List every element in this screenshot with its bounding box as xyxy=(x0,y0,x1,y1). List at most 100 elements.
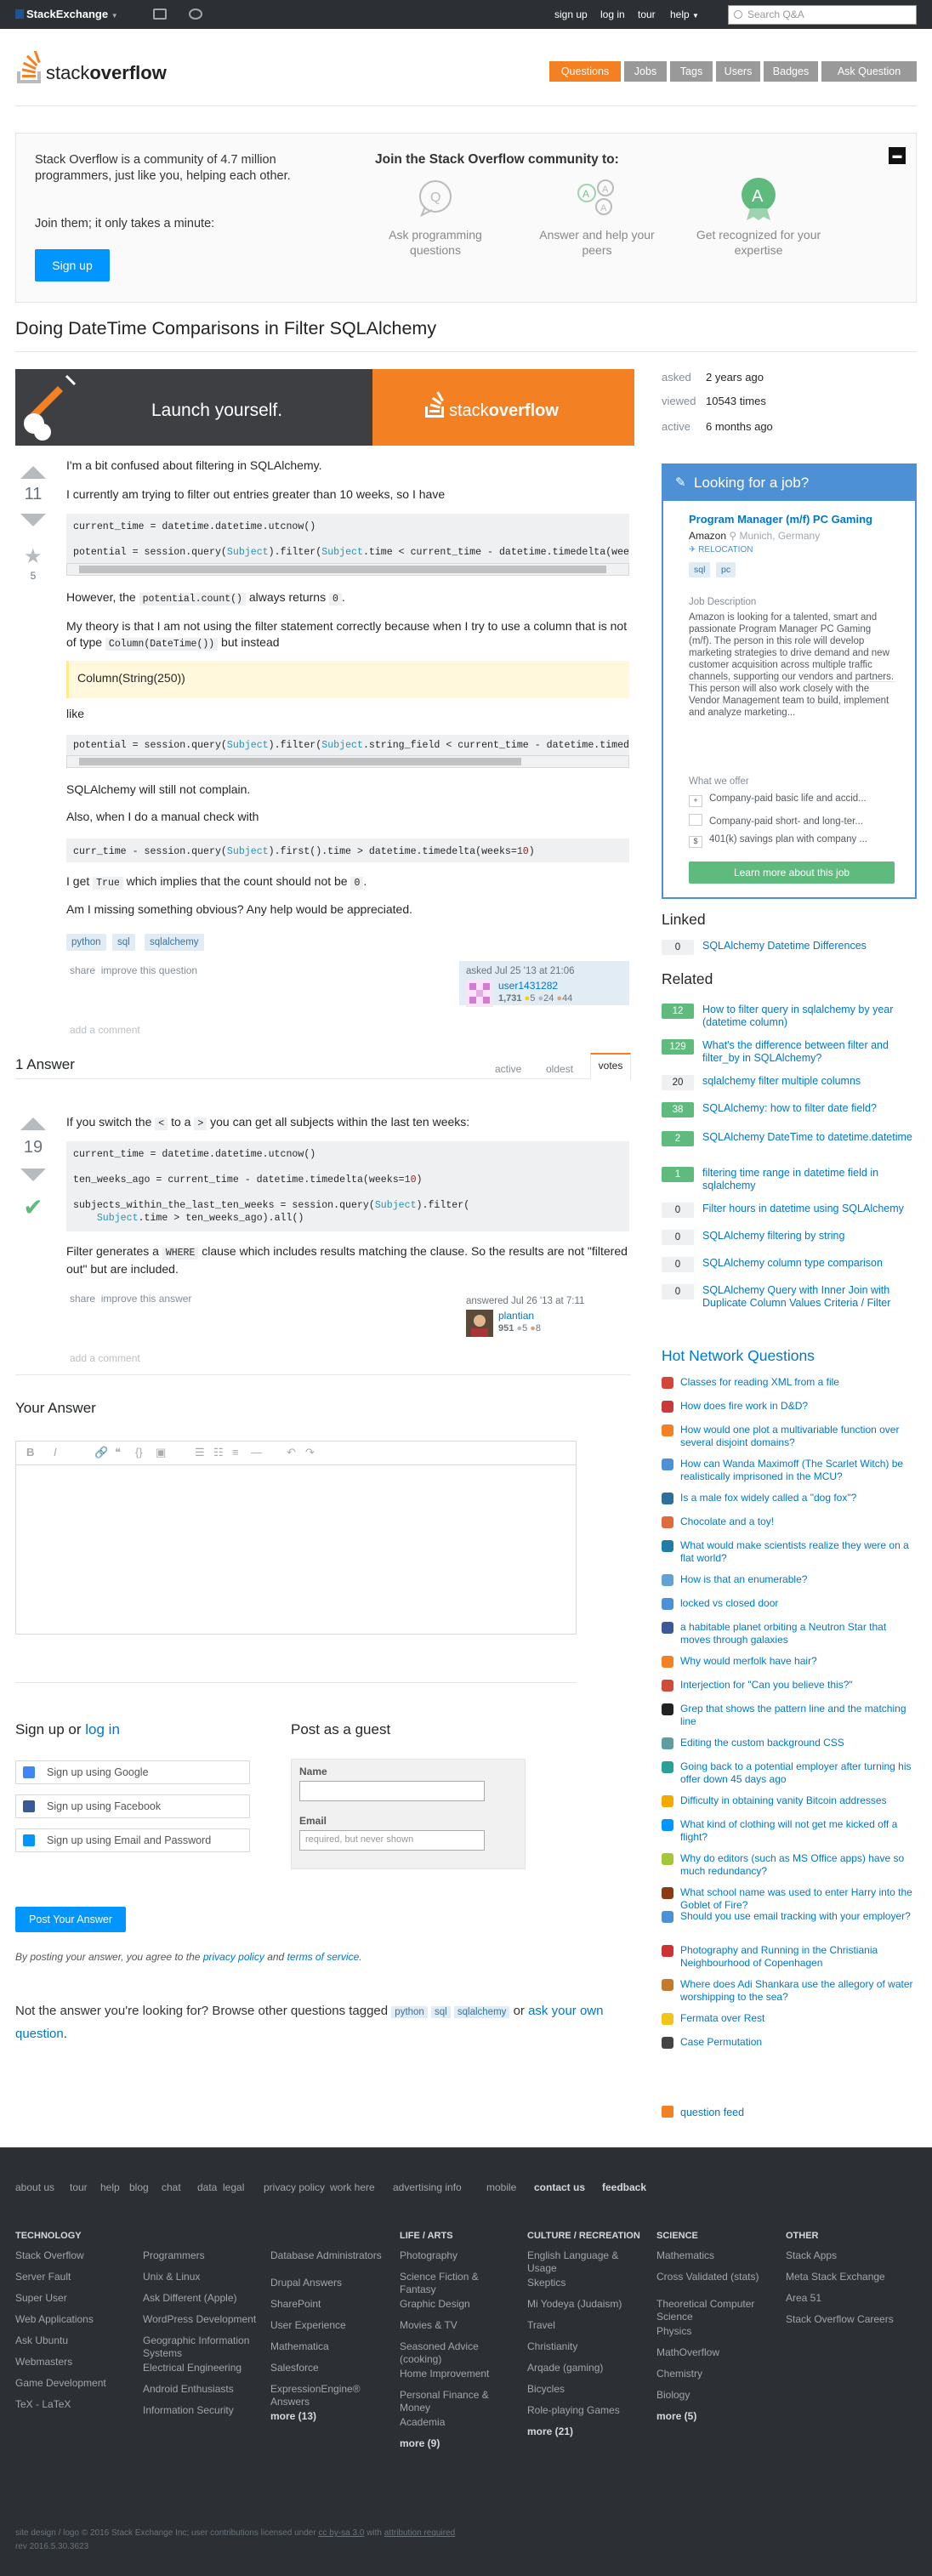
footer-site-link[interactable]: Super User xyxy=(15,2292,133,2305)
footer-site-link[interactable]: Salesforce xyxy=(270,2362,388,2374)
hnq-link[interactable]: How can Wanda Maximoff (The Scarlet Witc… xyxy=(680,1458,917,1483)
email-input[interactable]: required, but never shown xyxy=(299,1830,485,1851)
hnq-link[interactable]: How would one plot a multivariable funct… xyxy=(680,1424,917,1449)
footer-link[interactable]: data xyxy=(197,2181,217,2193)
blockquote-icon[interactable]: ❝ xyxy=(115,1446,121,1459)
launch-yourself-ad[interactable]: Launch yourself. stackoverflow xyxy=(15,369,634,446)
footer-site-link[interactable]: Mathematica xyxy=(270,2340,388,2353)
hnq-link[interactable]: Case Permutation xyxy=(680,2036,917,2049)
footer-link[interactable]: help xyxy=(100,2181,120,2193)
heading-icon[interactable]: ≡ xyxy=(232,1446,239,1459)
hnq-item[interactable]: Why would merfolk have hair? xyxy=(662,1655,917,1677)
footer-site-link[interactable]: Science Fiction & Fantasy xyxy=(400,2271,517,2296)
add-comment-link[interactable]: add a comment xyxy=(70,1024,140,1036)
footer-site-link[interactable]: Arqade (gaming) xyxy=(527,2362,645,2374)
linked-question[interactable]: 0 SQLAlchemy Datetime Differences xyxy=(662,940,917,962)
related-question[interactable]: 2 SQLAlchemy DateTime to datetime.datetim… xyxy=(662,1131,917,1153)
hnq-item[interactable]: Why do editors (such as MS Office apps) … xyxy=(662,1852,917,1877)
downvote-button[interactable] xyxy=(20,514,46,526)
hnq-item[interactable]: locked vs closed door xyxy=(662,1597,917,1619)
stackoverflow-logo[interactable]: stackoverflow xyxy=(15,49,177,88)
login-link[interactable]: log in xyxy=(85,1721,120,1737)
footer-site-link[interactable]: MathOverflow xyxy=(656,2346,774,2359)
related-question[interactable]: 0 Filter hours in datetime using SQLAlche… xyxy=(662,1203,917,1225)
related-question[interactable]: 0 SQLAlchemy filtering by string xyxy=(662,1230,917,1252)
footer-site-link[interactable]: Stack Overflow Careers xyxy=(786,2313,903,2326)
footer-site-link[interactable]: English Language & Usage xyxy=(527,2249,645,2275)
hnq-item[interactable]: Where does Adi Shankara use the allegory… xyxy=(662,1978,917,2003)
name-input[interactable] xyxy=(299,1781,485,1801)
horizontal-rule-icon[interactable]: — xyxy=(251,1446,262,1459)
tab-oldest[interactable]: oldest xyxy=(546,1063,573,1075)
user-link[interactable]: user1431282 xyxy=(498,980,558,992)
footer-site-link[interactable]: Physics xyxy=(656,2325,774,2338)
hnq-item[interactable]: How would one plot a multivariable funct… xyxy=(662,1424,917,1449)
footer-site-link[interactable]: Movies & TV xyxy=(400,2319,517,2332)
hnq-item[interactable]: Editing the custom background CSS xyxy=(662,1737,917,1759)
question-link[interactable]: SQLAlchemy DateTime to datetime.datetime xyxy=(702,1131,917,1144)
signup-button[interactable]: Sign up xyxy=(35,249,110,281)
footer-link[interactable]: mobile xyxy=(486,2181,516,2193)
footer-site-link[interactable]: Web Applications xyxy=(15,2313,133,2326)
hnq-item[interactable]: Is a male fox widely called a "dog fox"? xyxy=(662,1492,917,1514)
footer-site-link[interactable]: Photography xyxy=(400,2249,517,2262)
question-link[interactable]: SQLAlchemy Query with Inner Join with Du… xyxy=(702,1284,917,1310)
footer-site-link[interactable]: more (13) xyxy=(270,2410,388,2423)
license-link[interactable]: cc by-sa 3.0 xyxy=(318,2528,364,2538)
hnq-link[interactable]: Why do editors (such as MS Office apps) … xyxy=(680,1852,917,1878)
learn-more-job-button[interactable]: Learn more about this job xyxy=(689,862,895,884)
footer-site-link[interactable]: Electrical Engineering xyxy=(143,2362,260,2374)
footer-site-link[interactable]: ExpressionEngine® Answers xyxy=(270,2383,388,2408)
footer-site-link[interactable]: Meta Stack Exchange xyxy=(786,2271,903,2283)
footer-site-link[interactable]: Role-playing Games xyxy=(527,2404,645,2417)
ordered-list-icon[interactable]: ☰ xyxy=(195,1446,205,1459)
hnq-link[interactable]: Editing the custom background CSS xyxy=(680,1737,917,1749)
hnq-item[interactable]: What would make scientists realize they … xyxy=(662,1539,917,1564)
related-question[interactable]: 20 sqlalchemy filter multiple columns xyxy=(662,1075,917,1097)
question-link[interactable]: sqlalchemy filter multiple columns xyxy=(702,1075,917,1088)
footer-site-link[interactable]: Stack Overflow xyxy=(15,2249,133,2262)
question-link[interactable]: filtering time range in datetime field i… xyxy=(702,1167,917,1192)
question-link[interactable]: SQLAlchemy Datetime Differences xyxy=(702,940,917,952)
privacy-policy-link[interactable]: privacy policy xyxy=(203,1951,264,1963)
hnq-link[interactable]: How does fire work in D&D? xyxy=(680,1400,917,1413)
hnq-link[interactable]: locked vs closed door xyxy=(680,1597,917,1610)
question-link[interactable]: How to filter query in sqlalchemy by yea… xyxy=(702,1004,917,1029)
footer-site-link[interactable]: more (9) xyxy=(400,2437,517,2450)
favorite-star-icon[interactable]: ★ xyxy=(24,544,43,569)
improve-link[interactable]: improve this question xyxy=(101,964,197,976)
hnq-link[interactable]: What would make scientists realize they … xyxy=(680,1539,917,1565)
footer-site-link[interactable]: Information Security xyxy=(143,2404,260,2417)
footer-link[interactable]: chat xyxy=(162,2181,181,2193)
footer-link[interactable]: blog xyxy=(129,2181,149,2193)
help-link[interactable]: help ▼ xyxy=(670,9,699,20)
hnq-item[interactable]: a habitable planet orbiting a Neutron St… xyxy=(662,1621,917,1646)
question-link[interactable]: SQLAlchemy column type comparison xyxy=(702,1257,917,1270)
footer-site-link[interactable]: TeX - LaTeX xyxy=(15,2398,133,2411)
hnq-item[interactable]: Going back to a potential employer after… xyxy=(662,1760,917,1785)
related-question[interactable]: 0 SQLAlchemy column type comparison xyxy=(662,1257,917,1279)
improve-link[interactable]: improve this answer xyxy=(101,1293,192,1305)
hnq-item[interactable]: Fermata over Rest xyxy=(662,2012,917,2034)
footer-link[interactable]: privacy policy xyxy=(264,2181,325,2193)
related-question[interactable]: 129 What's the difference between filter … xyxy=(662,1039,917,1064)
hnq-item[interactable]: How can Wanda Maximoff (The Scarlet Witc… xyxy=(662,1458,917,1483)
footer-site-link[interactable]: Webmasters xyxy=(15,2356,133,2368)
tag-python[interactable]: python xyxy=(66,934,106,951)
image-icon[interactable]: ▣ xyxy=(156,1446,166,1459)
footer-site-link[interactable]: Ask Ubuntu xyxy=(15,2334,133,2347)
email-signup-button[interactable]: Sign up using Email and Password xyxy=(15,1828,250,1852)
upvote-button[interactable] xyxy=(20,1117,46,1130)
inbox-icon[interactable] xyxy=(153,9,167,20)
footer-site-link[interactable]: Cross Validated (stats) xyxy=(656,2271,774,2283)
footer-site-link[interactable]: Stack Apps xyxy=(786,2249,903,2262)
tab-active[interactable]: active xyxy=(495,1063,521,1075)
job-title[interactable]: Program Manager (m/f) PC Gaming xyxy=(689,513,872,526)
code-icon[interactable]: {} xyxy=(135,1446,143,1459)
nav-ask-question[interactable]: Ask Question xyxy=(821,61,917,82)
hnq-link[interactable]: Is a male fox widely called a "dog fox"? xyxy=(680,1492,917,1504)
stackexchange-logo[interactable]: StackExchange ▼ xyxy=(15,8,118,20)
question-link[interactable]: Filter hours in datetime using SQLAlchem… xyxy=(702,1203,917,1215)
footer-link[interactable]: legal xyxy=(223,2181,244,2193)
footer-site-link[interactable]: Ask Different (Apple) xyxy=(143,2292,260,2305)
